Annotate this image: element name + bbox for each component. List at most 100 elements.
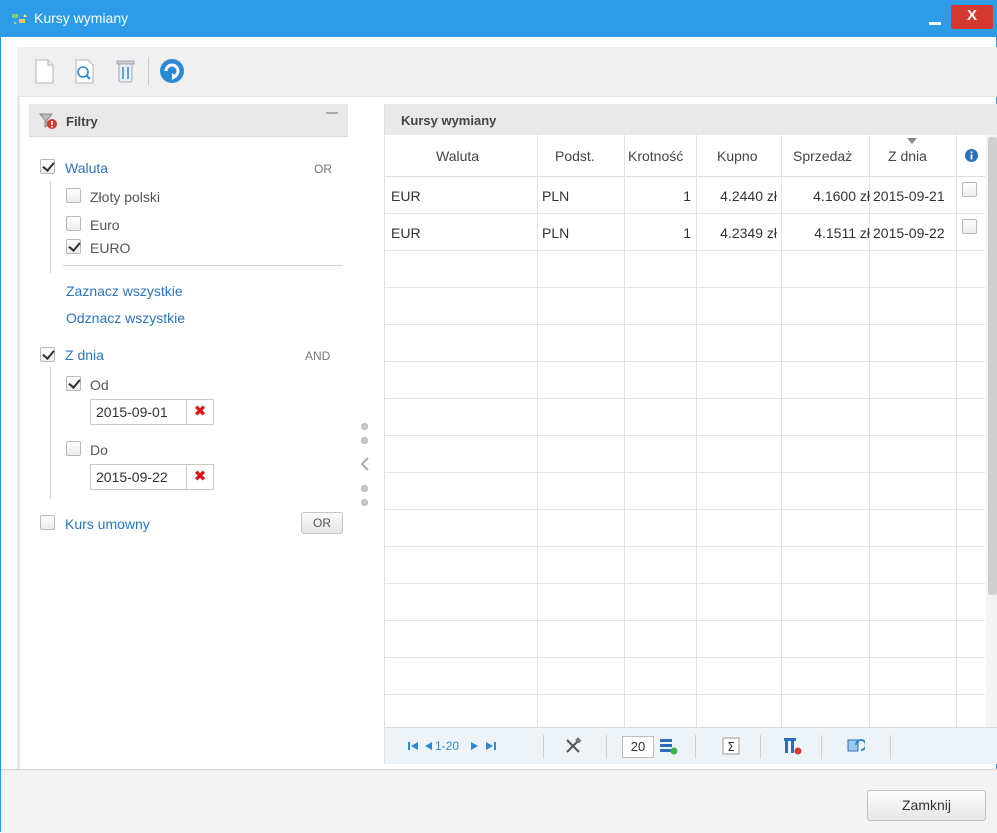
grid-title: Kursy wymiany	[401, 113, 497, 128]
clear-date-from-icon[interactable]: ✖	[186, 400, 213, 424]
grid-title-bar: Kursy wymiany	[385, 104, 997, 135]
info-icon[interactable]	[965, 149, 978, 162]
delete-icon[interactable]	[108, 54, 142, 88]
option-euro-label[interactable]: Euro	[90, 217, 120, 233]
splitter-dot	[361, 485, 368, 492]
sort-descending-icon	[907, 138, 917, 144]
column-header-buy[interactable]: Kupno	[717, 148, 757, 164]
cell-multiplier: 1	[683, 188, 691, 204]
table-row[interactable]: EUR PLN 1 4.2349 zł 4.1511 zł 2015-09-22	[385, 214, 985, 251]
date-to-label[interactable]: Do	[90, 442, 108, 458]
cell-buy: 4.2349 zł	[720, 225, 777, 241]
empty-row	[385, 251, 985, 288]
filters-header: Filtry	[29, 104, 348, 137]
filter-warning-icon	[39, 113, 57, 129]
select-all-link[interactable]: Zaznacz wszystkie	[66, 283, 183, 299]
contract-rate-checkbox[interactable]	[40, 515, 55, 530]
collapse-panel-button[interactable]	[326, 112, 338, 114]
last-page-icon[interactable]	[485, 736, 497, 756]
option-zloty-checkbox[interactable]	[66, 188, 81, 203]
close-button[interactable]: Zamknij	[867, 790, 986, 821]
export-refresh-icon[interactable]	[845, 736, 865, 756]
tree-line	[50, 181, 51, 273]
svg-text:Σ: Σ	[727, 740, 735, 754]
pager-separator	[695, 735, 696, 759]
empty-row	[385, 658, 985, 695]
cell-date: 2015-09-21	[873, 188, 945, 204]
close-window-button[interactable]: X	[951, 5, 993, 29]
new-document-icon[interactable]	[27, 54, 61, 88]
pager-separator	[543, 735, 544, 759]
column-header-currency[interactable]: Waluta	[436, 148, 479, 164]
currency-filter-checkbox[interactable]	[40, 159, 55, 174]
option-euro-checkbox[interactable]	[66, 216, 81, 231]
refresh-icon[interactable]	[155, 54, 189, 88]
date-from-label[interactable]: Od	[90, 377, 109, 393]
currency-operator: OR	[314, 162, 332, 176]
title-bar: Kursy wymiany X	[1, 1, 996, 37]
grid-header-row: Waluta Podst. Krotność Kupno Sprzedaż Z …	[385, 135, 985, 177]
settings-tools-icon[interactable]	[563, 736, 583, 756]
empty-row	[385, 436, 985, 473]
column-header-multiplier[interactable]: Krotność	[628, 148, 683, 164]
cell-currency: EUR	[391, 225, 421, 241]
empty-row	[385, 584, 985, 621]
row-select-checkbox[interactable]	[962, 182, 977, 197]
contract-rate-operator-button[interactable]: OR	[301, 512, 343, 534]
column-header-base[interactable]: Podst.	[555, 148, 595, 164]
date-to-field[interactable]: 2015-09-22 ✖	[90, 464, 214, 490]
empty-row	[385, 288, 985, 325]
option-euro-caps-label[interactable]: EURO	[90, 240, 130, 256]
empty-row	[385, 325, 985, 362]
scrollbar-thumb[interactable]	[988, 137, 997, 595]
date-from-field[interactable]: 2015-09-01 ✖	[90, 399, 214, 425]
contract-rate-label[interactable]: Kurs umowny	[65, 516, 150, 532]
empty-row	[385, 621, 985, 658]
table-row[interactable]: EUR PLN 1 4.2440 zł 4.1600 zł 2015-09-21	[385, 177, 985, 214]
cell-currency: EUR	[391, 188, 421, 204]
next-page-icon[interactable]	[470, 736, 480, 756]
page-size-input[interactable]: 20	[622, 736, 654, 758]
left-frame-border	[17, 97, 20, 769]
cell-sell: 4.1600 zł	[813, 188, 870, 204]
cell-base: PLN	[542, 188, 570, 204]
collapse-left-arrow-icon[interactable]	[359, 457, 371, 471]
filters-title: Filtry	[66, 114, 98, 129]
preview-icon[interactable]	[67, 54, 101, 88]
first-page-icon[interactable]	[407, 736, 419, 756]
cell-base: PLN	[542, 225, 570, 241]
pager-separator	[760, 735, 761, 759]
minimize-button[interactable]	[921, 11, 949, 29]
toolbar-separator	[148, 57, 149, 85]
empty-row	[385, 547, 985, 584]
tree-line	[50, 367, 51, 499]
sum-icon[interactable]: Σ	[721, 736, 741, 756]
currency-filter-label[interactable]: Waluta	[65, 160, 108, 176]
clear-date-to-icon[interactable]: ✖	[186, 465, 213, 489]
row-select-checkbox[interactable]	[962, 219, 977, 234]
cell-date: 2015-09-22	[873, 225, 945, 241]
exchange-rates-app-icon	[12, 14, 27, 24]
splitter-dot	[361, 423, 368, 430]
panel-splitter-handle[interactable]	[359, 423, 371, 513]
deselect-all-link[interactable]: Odznacz wszystkie	[66, 310, 185, 326]
cell-sell: 4.1511 zł	[814, 225, 870, 241]
date-to-checkbox[interactable]	[66, 441, 81, 456]
filters-panel: Filtry Waluta OR Złoty polski Euro EURO …	[29, 104, 348, 734]
window-title: Kursy wymiany	[34, 10, 129, 26]
option-zloty-label[interactable]: Złoty polski	[90, 189, 160, 205]
column-header-sell[interactable]: Sprzedaż	[793, 148, 852, 164]
vertical-scrollbar[interactable]	[986, 135, 997, 727]
date-from-value: 2015-09-01	[96, 404, 168, 420]
pager-separator	[606, 735, 607, 759]
date-filter-label[interactable]: Z dnia	[65, 347, 104, 363]
previous-page-icon[interactable]	[423, 736, 433, 756]
columns-config-icon[interactable]	[782, 736, 802, 756]
column-header-date[interactable]: Z dnia	[888, 148, 927, 164]
date-filter-checkbox[interactable]	[40, 347, 55, 362]
date-from-checkbox[interactable]	[66, 376, 81, 391]
pager-separator	[821, 735, 822, 759]
page-size-apply-icon[interactable]	[658, 736, 678, 756]
pager-separator	[890, 735, 891, 759]
option-euro-caps-checkbox[interactable]	[66, 239, 81, 254]
